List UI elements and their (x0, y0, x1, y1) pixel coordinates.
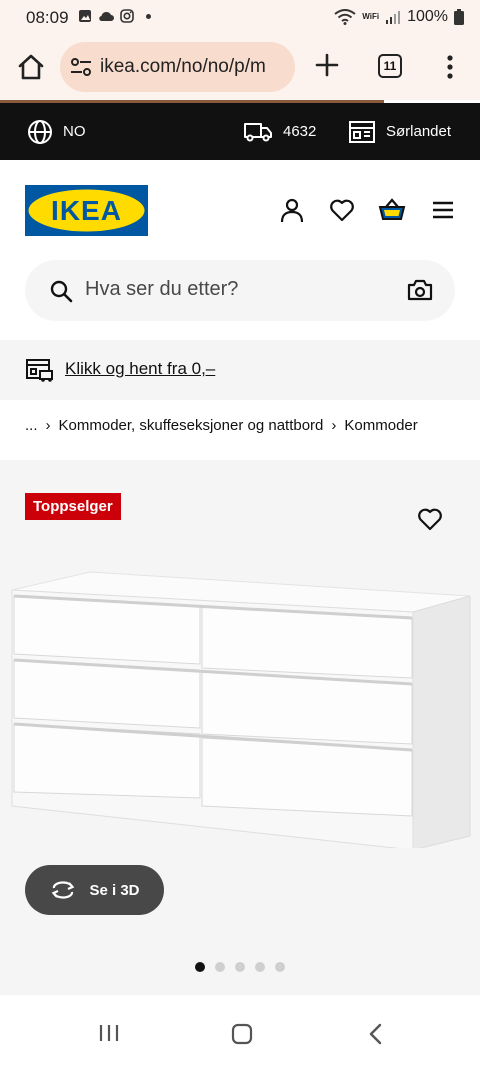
home-icon[interactable] (16, 52, 46, 82)
delivery-postal-code[interactable]: 4632 (243, 103, 316, 160)
wifi-label: WiFi (362, 12, 380, 21)
ikea-logo-graphic: IKEA (28, 189, 145, 232)
store-icon (349, 120, 375, 143)
rotate-3d-icon (52, 881, 75, 899)
system-navigation-bar (0, 995, 480, 1067)
battery-percent: 100% (407, 8, 448, 25)
tab-switcher-button[interactable]: 11 (378, 54, 402, 78)
view-in-3d-label: Se i 3D (89, 881, 140, 899)
click-collect-banner[interactable]: Klikk og hent fra 0,– (0, 340, 480, 400)
top-seller-badge: Toppselger (25, 493, 121, 520)
recent-apps-icon[interactable] (98, 1023, 120, 1043)
profile-icon[interactable] (279, 197, 305, 223)
more-options-icon[interactable] (440, 52, 460, 82)
status-time: 08:09 (26, 8, 69, 27)
back-icon[interactable] (368, 1023, 384, 1045)
address-bar[interactable]: ikea.com/no/no/p/m (60, 42, 295, 92)
truck-icon (244, 122, 272, 141)
breadcrumb-item[interactable]: Kommoder, skuffeseksjoner og nattbord (59, 417, 324, 434)
search-icon (50, 280, 73, 303)
pagination-dot[interactable] (215, 962, 225, 972)
chevron-right-icon: › (331, 417, 337, 434)
status-right: WiFi 100% (334, 8, 464, 26)
battery-icon (454, 9, 464, 25)
more-notifications-dot (146, 13, 151, 19)
breadcrumb: ... › Kommoder, skuffeseksjoner og nattb… (25, 417, 480, 434)
instagram-icon (120, 9, 134, 23)
breadcrumb-ellipsis[interactable]: ... (25, 417, 38, 434)
add-to-favourites-icon[interactable] (417, 506, 443, 532)
url-text: ikea.com/no/no/p/m (100, 56, 266, 77)
globe-icon (28, 119, 52, 144)
view-in-3d-button[interactable]: Se i 3D (25, 865, 164, 915)
store-label: Sørlandet (386, 123, 452, 140)
pagination-dot[interactable] (255, 962, 265, 972)
search-bar[interactable] (25, 260, 455, 321)
signal-icon (386, 11, 401, 24)
notification-icons (78, 9, 151, 23)
breadcrumb-item[interactable]: Kommoder (344, 417, 417, 434)
product-image[interactable] (8, 568, 472, 848)
site-header: IKEA (0, 160, 480, 260)
pagination-dot[interactable] (235, 962, 245, 972)
shopping-bag-icon[interactable] (378, 197, 406, 223)
browser-toolbar: ikea.com/no/no/p/m 11 (0, 36, 480, 100)
product-gallery: Toppselger Se i 3D (0, 460, 480, 995)
camera-search-icon[interactable] (407, 278, 433, 302)
store-selector[interactable]: Sørlandet (348, 103, 451, 160)
cloud-icon (99, 11, 114, 22)
status-bar: 08:09 WiFi 100% (0, 0, 480, 36)
pagination-dot[interactable] (275, 962, 285, 972)
search-input[interactable] (85, 278, 385, 301)
store-pickup-icon (26, 359, 53, 382)
home-button-icon[interactable] (231, 1023, 253, 1045)
language-label: NO (63, 123, 86, 140)
site-settings-icon[interactable] (70, 57, 92, 77)
ikea-top-bar: NO 4632 Sørlandet (0, 103, 480, 160)
favourites-icon[interactable] (329, 197, 355, 223)
pagination-dot-active[interactable] (195, 962, 205, 972)
menu-icon[interactable] (430, 197, 456, 223)
chevron-right-icon: › (45, 417, 51, 434)
gallery-icon (79, 10, 91, 22)
wifi-icon (334, 9, 356, 25)
logo-text: IKEA (51, 195, 122, 226)
click-collect-link[interactable]: Klikk og hent fra 0,– (65, 359, 215, 379)
language-selector[interactable]: NO (27, 103, 86, 160)
postal-code-label: 4632 (283, 123, 317, 140)
image-pagination (0, 962, 480, 972)
new-tab-icon[interactable] (312, 50, 342, 80)
ikea-logo[interactable]: IKEA (25, 185, 148, 236)
